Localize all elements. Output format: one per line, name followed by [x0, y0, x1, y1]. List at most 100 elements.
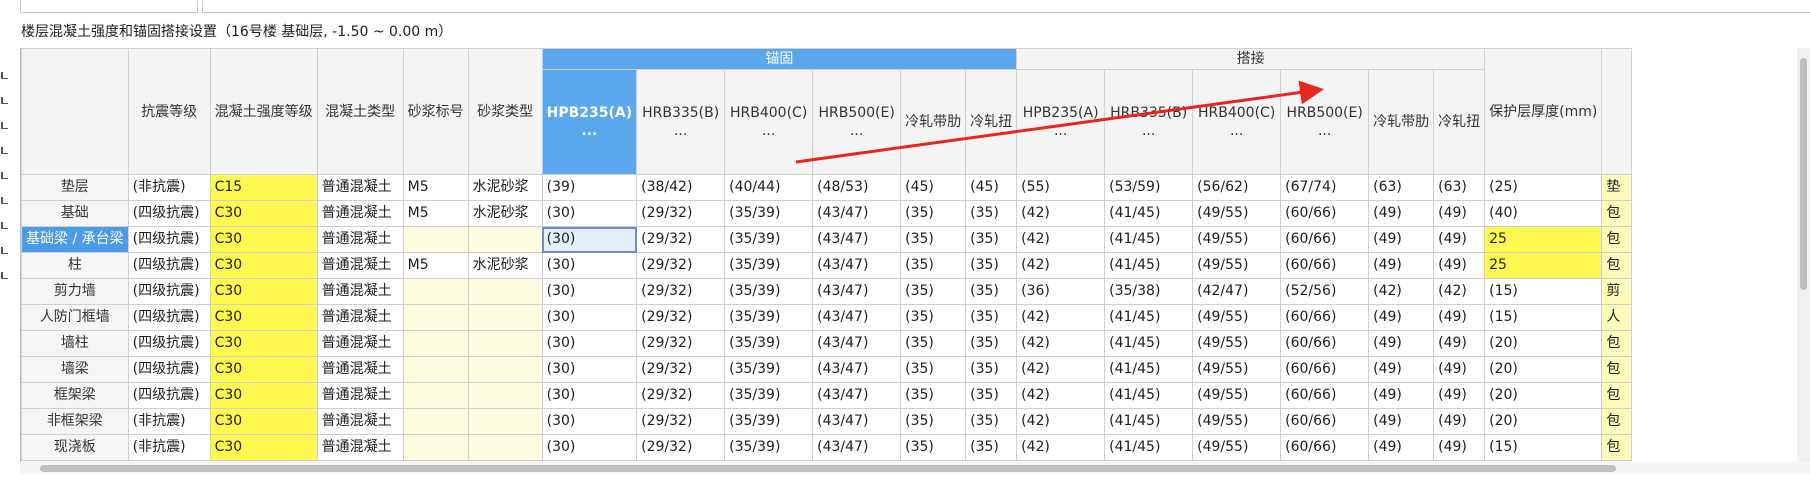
cell-concrete-grade[interactable]: C30 — [209, 356, 318, 383]
cell-anchor-hrb400[interactable]: (35/39) — [724, 252, 814, 279]
table-row[interactable]: 墙梁 (四级抗震) C30 普通混凝土 (30) (29/32) (35/39) (43/47… — [21, 356, 1633, 383]
cell-lap-lrn[interactable]: (63) — [1433, 174, 1486, 201]
cell-lap-hrb400[interactable]: (49/55) — [1192, 434, 1282, 461]
cell-anchor-hpb235[interactable]: (30) — [541, 408, 638, 435]
cell-lap-lrd[interactable]: (49) — [1368, 226, 1435, 253]
cell-anchor-lrn[interactable]: (35) — [965, 408, 1018, 435]
cell-anchor-hrb335[interactable]: (29/32) — [636, 356, 726, 383]
cell-lap-hrb335[interactable]: (53/59) — [1104, 174, 1194, 201]
cell-lap-hpb235[interactable]: (42) — [1016, 304, 1106, 331]
cell-lap-lrn[interactable]: (42) — [1433, 278, 1486, 305]
table-row[interactable]: 非框架梁 (非抗震) C30 普通混凝土 (30) (29/32) (35/39) (43/4… — [21, 408, 1633, 435]
cell-lap-hrb335[interactable]: (41/45) — [1104, 200, 1194, 227]
cell-mortar-grade[interactable] — [402, 408, 469, 435]
cell-lap-lrd[interactable]: (49) — [1368, 356, 1435, 383]
cell-seismic[interactable]: (四级抗震) — [127, 278, 211, 305]
table-row[interactable]: 基础梁 / 承台梁 (四级抗震) C30 普通混凝土 (30) (29/32) (35/39… — [21, 226, 1633, 253]
col-header-anchor-hrb400[interactable]: HRB400(C)... — [724, 69, 814, 175]
cell-lap-lrd[interactable]: (49) — [1368, 304, 1435, 331]
cell-anchor-hrb400[interactable]: (35/39) — [724, 408, 814, 435]
cell-concrete-type[interactable]: 普通混凝土 — [316, 408, 404, 435]
cell-lap-lrn[interactable]: (49) — [1433, 434, 1486, 461]
cell-anchor-lrd[interactable]: (35) — [900, 356, 967, 383]
cell-lap-hrb500[interactable]: (60/66) — [1280, 226, 1370, 253]
cell-seismic[interactable]: (非抗震) — [127, 434, 211, 461]
cell-lap-hrb400[interactable]: (56/62) — [1192, 174, 1282, 201]
table-row[interactable]: 垫层 (非抗震) C15 普通混凝土 M5 水泥砂浆 (39) (38/42) (40/44)(… — [21, 174, 1633, 201]
cell-anchor-hrb400[interactable]: (40/44) — [724, 174, 814, 201]
col-header-concrete-grade[interactable]: 混凝土强度等级 — [209, 48, 318, 175]
cell-anchor-hrb500[interactable]: (43/47) — [812, 434, 902, 461]
cell-lap-hrb500[interactable]: (60/66) — [1280, 356, 1370, 383]
cell-lap-hrb500[interactable]: (60/66) — [1280, 200, 1370, 227]
col-header-lap-hpb235[interactable]: HPB235(A)... — [1016, 69, 1106, 175]
cell-concrete-type[interactable]: 普通混凝土 — [316, 200, 404, 227]
col-header-anchor-hpb235[interactable]: HPB235(A)... — [541, 69, 638, 175]
cell-lap-hrb400[interactable]: (49/55) — [1192, 382, 1282, 409]
cell-anchor-hrb335[interactable]: (29/32) — [636, 434, 726, 461]
cell-anchor-lrd[interactable]: (35) — [900, 200, 967, 227]
cell-mortar-type[interactable] — [467, 226, 543, 253]
col-header-lap-lrn[interactable]: 冷轧扭 — [1433, 69, 1486, 175]
col-header-lap-hrb335[interactable]: HRB335(B)... — [1104, 69, 1194, 175]
cell-anchor-hrb500[interactable]: (43/47) — [812, 330, 902, 357]
cell-lap-lrd[interactable]: (49) — [1368, 252, 1435, 279]
col-header-mortar-grade[interactable]: 砂浆标号 — [402, 48, 469, 175]
horizontal-scroll-thumb[interactable] — [40, 465, 1616, 472]
table-row[interactable]: 现浇板 (非抗震) C30 普通混凝土 (30) (29/32) (35/39) (43/47… — [21, 434, 1633, 461]
cell-lap-hrb335[interactable]: (41/45) — [1104, 330, 1194, 357]
cell-cover[interactable]: (20) — [1484, 382, 1603, 409]
cell-lap-lrn[interactable]: (49) — [1433, 252, 1486, 279]
cell-mortar-type[interactable]: 水泥砂浆 — [467, 252, 543, 279]
cell-lap-hrb335[interactable]: (41/45) — [1104, 434, 1194, 461]
cell-lap-hpb235[interactable]: (42) — [1016, 200, 1106, 227]
cell-mortar-grade[interactable] — [402, 382, 469, 409]
cell-anchor-hpb235[interactable]: (30) — [541, 382, 638, 409]
cell-lap-lrn[interactable]: (49) — [1433, 408, 1486, 435]
cell-lap-hpb235[interactable]: (42) — [1016, 356, 1106, 383]
cell-anchor-hrb500[interactable]: (43/47) — [812, 200, 902, 227]
table-row[interactable]: 墙柱 (四级抗震) C30 普通混凝土 (30) (29/32) (35/39) (43/47… — [21, 330, 1633, 357]
cell-concrete-type[interactable]: 普通混凝土 — [316, 356, 404, 383]
cell-anchor-lrn[interactable]: (35) — [965, 356, 1018, 383]
cell-mortar-grade[interactable]: M5 — [402, 252, 469, 279]
cell-mortar-type[interactable] — [467, 278, 543, 305]
cell-mortar-type[interactable] — [467, 330, 543, 357]
cell-cover[interactable]: (25) — [1484, 174, 1603, 201]
vertical-scrollbar[interactable] — [1797, 48, 1810, 462]
cell-anchor-hrb400[interactable]: (35/39) — [724, 226, 814, 253]
cell-lap-hrb400[interactable]: (49/55) — [1192, 226, 1282, 253]
cell-lap-hrb335[interactable]: (41/45) — [1104, 226, 1194, 253]
cell-concrete-grade[interactable]: C30 — [209, 226, 318, 253]
cell-seismic[interactable]: (四级抗震) — [127, 304, 211, 331]
cell-mortar-grade[interactable]: M5 — [402, 200, 469, 227]
settings-grid[interactable]: 抗震等级 混凝土强度等级 混凝土类型 砂浆标号 砂浆类型 锚固 搭接 保护层厚度… — [20, 48, 1810, 462]
cell-concrete-grade[interactable]: C30 — [209, 200, 318, 227]
cell-anchor-lrd[interactable]: (35) — [900, 408, 967, 435]
cell-anchor-hrb335[interactable]: (29/32) — [636, 330, 726, 357]
cell-anchor-lrn[interactable]: (35) — [965, 226, 1018, 253]
cell-lap-hrb400[interactable]: (49/55) — [1192, 408, 1282, 435]
col-header-cover[interactable]: 保护层厚度(mm) — [1484, 48, 1603, 175]
cell-anchor-hrb335[interactable]: (38/42) — [636, 174, 726, 201]
table-row[interactable]: 基础 (四级抗震) C30 普通混凝土 M5 水泥砂浆 (30) (29/32) (35/39)… — [21, 200, 1633, 227]
cell-lap-hpb235[interactable]: (42) — [1016, 382, 1106, 409]
row-header[interactable]: 墙柱 — [21, 330, 129, 357]
row-header[interactable]: 柱 — [21, 252, 129, 279]
cell-anchor-hrb335[interactable]: (29/32) — [636, 382, 726, 409]
top-left-field[interactable] — [20, 0, 198, 13]
cell-note[interactable]: 人 — [1601, 304, 1633, 331]
cell-anchor-lrn[interactable]: (35) — [965, 304, 1018, 331]
row-header[interactable]: 非框架梁 — [21, 408, 129, 435]
cell-anchor-hrb500[interactable]: (43/47) — [812, 304, 902, 331]
cell-anchor-lrn[interactable]: (35) — [965, 382, 1018, 409]
cell-concrete-type[interactable]: 普通混凝土 — [316, 174, 404, 201]
cell-lap-lrd[interactable]: (49) — [1368, 200, 1435, 227]
cell-concrete-grade[interactable]: C15 — [209, 174, 318, 201]
cell-cover[interactable]: 25 — [1484, 226, 1603, 253]
cell-concrete-type[interactable]: 普通混凝土 — [316, 330, 404, 357]
cell-anchor-hrb500[interactable]: (43/47) — [812, 382, 902, 409]
cell-anchor-hpb235[interactable]: (39) — [541, 174, 638, 201]
cell-note[interactable]: 包 — [1601, 408, 1633, 435]
row-header[interactable]: 现浇板 — [21, 434, 129, 461]
